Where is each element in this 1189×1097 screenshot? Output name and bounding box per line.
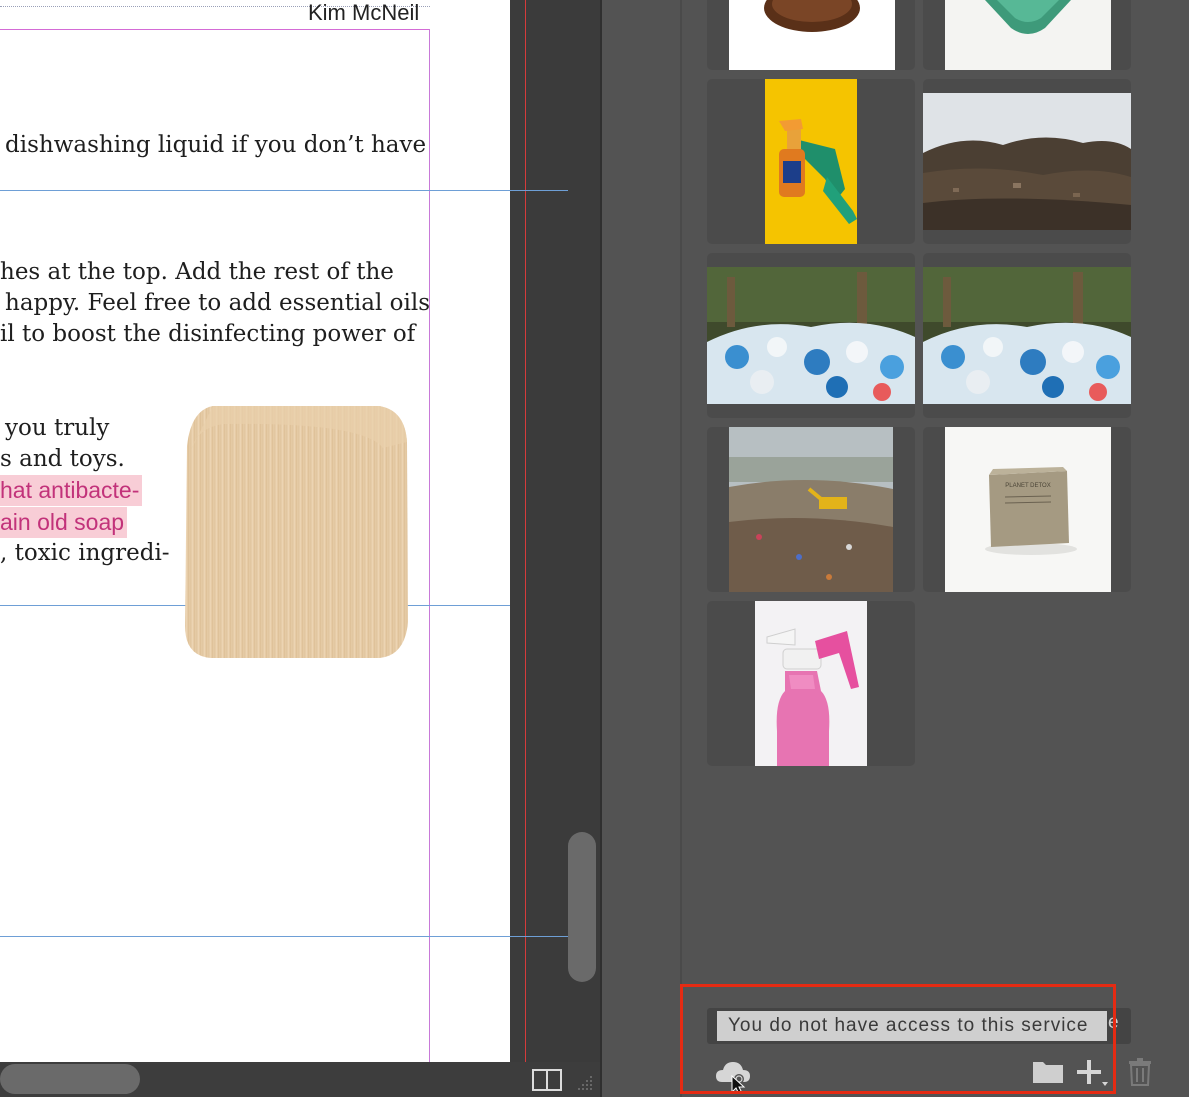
library-item[interactable] [707, 427, 915, 592]
horizontal-guide-ext [510, 936, 568, 937]
highlighted-text-line[interactable]: hat antibacte- [0, 475, 143, 506]
library-item[interactable] [923, 0, 1131, 70]
bleed-line [525, 0, 526, 1062]
body-text-line[interactable]: happy. Feel free to add essential oils [5, 288, 430, 319]
scrap-metal-pile-image [923, 93, 1131, 230]
resize-grip-icon[interactable] [576, 1074, 594, 1092]
pink-spray-bottle-image [755, 601, 867, 766]
spray-bottle-yellow-image [765, 79, 857, 244]
library-item[interactable]: PLANET DETOX [923, 427, 1131, 592]
vertical-scrollbar-thumb[interactable] [568, 832, 596, 982]
highlighted-text-line[interactable]: ain old soap [0, 507, 128, 538]
document-page: Kim McNeil dishwashing liquid if you don… [0, 0, 510, 1062]
library-item[interactable] [707, 601, 915, 766]
landfill-excavator-image [729, 427, 893, 592]
library-item[interactable] [707, 253, 915, 418]
library-item[interactable] [707, 79, 915, 244]
svg-text:PLANET DETOX: PLANET DETOX [1005, 483, 1050, 489]
split-view-icon[interactable] [532, 1069, 562, 1091]
body-text-line[interactable]: s and toys. [0, 444, 125, 475]
trash-icon[interactable] [1128, 1058, 1152, 1086]
panel-inner-border [680, 0, 682, 1097]
header-author: Kim McNeil [308, 0, 420, 25]
plastic-bottles-image-1 [707, 267, 915, 404]
library-item[interactable] [923, 79, 1131, 244]
plastic-bottles-image-2 [923, 267, 1131, 404]
body-text-line[interactable]: dishwashing liquid if you don’t have [5, 130, 426, 161]
horizontal-guide [0, 190, 510, 191]
bamboo-soap-dish-image[interactable] [183, 402, 409, 660]
library-item[interactable] [707, 0, 915, 70]
top-margin-line [0, 29, 430, 30]
body-text-line[interactable]: il to boost the disinfecting power of [0, 319, 415, 350]
horizontal-guide [0, 936, 510, 937]
horizontal-scrollbar-thumb[interactable] [0, 1064, 140, 1094]
library-item[interactable] [923, 253, 1131, 418]
planet-detox-soap-bar-image: PLANET DETOX [945, 427, 1111, 592]
highlight-box [680, 984, 1116, 1094]
wooden-brush-image [729, 0, 895, 70]
body-text-line[interactable]: hes at the top. Add the rest of the [0, 257, 394, 288]
green-sponge-image [945, 0, 1111, 70]
body-text-line[interactable]: you truly [5, 413, 109, 444]
right-margin-line [429, 29, 430, 1062]
horizontal-guide-ext [510, 190, 568, 191]
body-text-line[interactable]: , toxic ingredi- [0, 538, 170, 569]
